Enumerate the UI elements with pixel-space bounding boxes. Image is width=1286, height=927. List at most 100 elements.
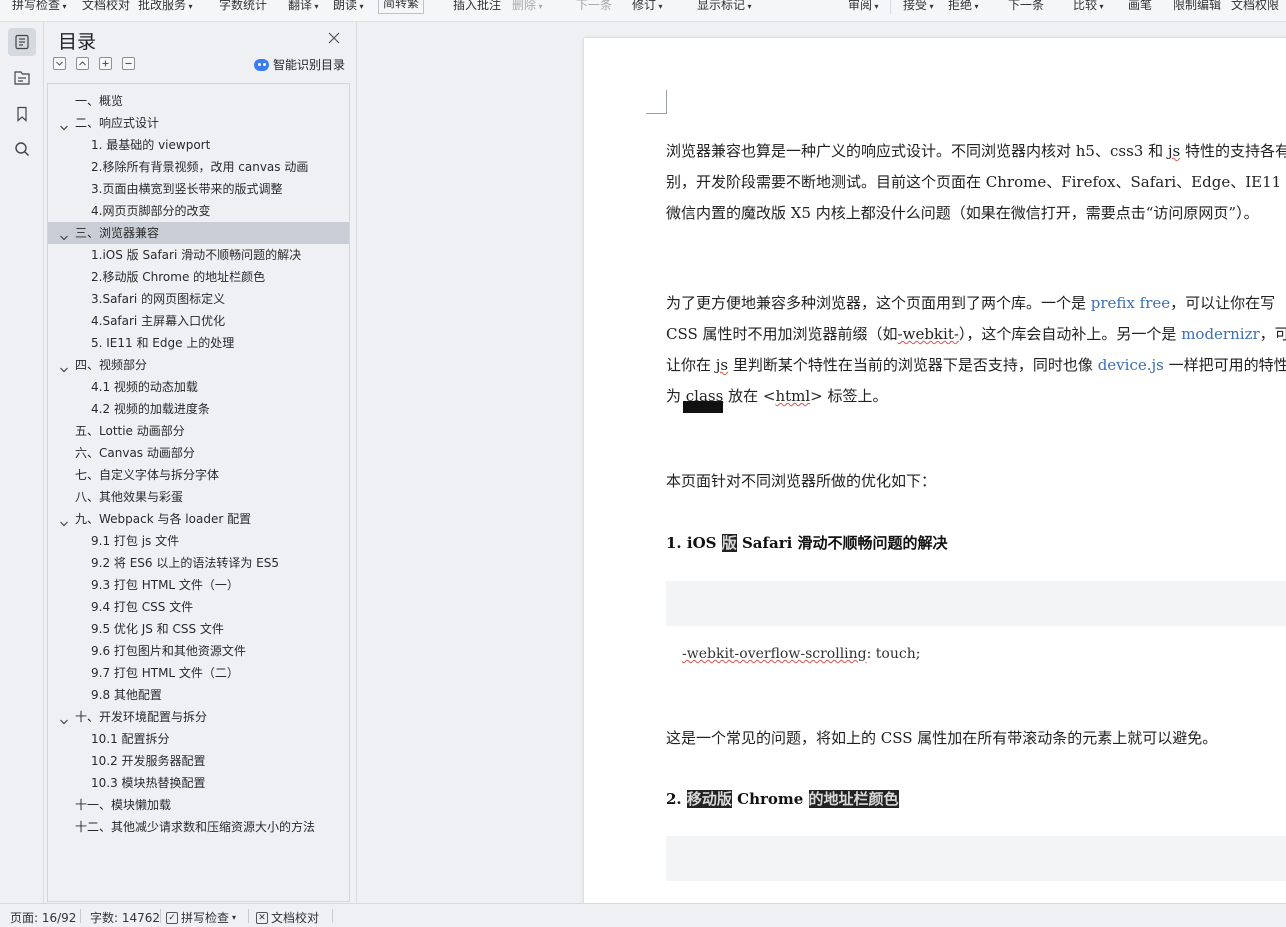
word-count[interactable]: 字数: 14762 bbox=[90, 909, 160, 926]
toc-item[interactable]: 1. 最基础的 viewport bbox=[48, 134, 349, 156]
restrict-editing-button[interactable]: 限制编辑 bbox=[1173, 0, 1221, 13]
bookmark-icon[interactable] bbox=[8, 100, 36, 128]
accept-button[interactable]: 接受 ▾ bbox=[903, 0, 934, 13]
toc-item[interactable]: 2.移除所有背景视频，改用 canvas 动画 bbox=[48, 156, 349, 178]
insert-comment-button[interactable]: 插入批注 bbox=[453, 0, 501, 13]
nav-pane-icon[interactable] bbox=[8, 64, 36, 92]
next-comment-button[interactable]: 下一条 bbox=[576, 0, 612, 13]
document-page[interactable]: 浏览器兼容也算是一种广义的响应式设计。不同浏览器内核对 h5、css3 和 js… bbox=[584, 38, 1286, 903]
chevron-down-icon: ▾ bbox=[357, 2, 364, 11]
code-block-top bbox=[666, 581, 1286, 626]
status-spell-check[interactable]: ✓ 拼写检查 ▾ bbox=[166, 909, 236, 926]
toc-icon[interactable] bbox=[8, 28, 36, 56]
toc-item[interactable]: 9.8 其他配置 bbox=[48, 684, 349, 706]
expand-all-icon[interactable] bbox=[53, 57, 66, 70]
toc-item[interactable]: 四、视频部分 bbox=[48, 354, 349, 376]
close-icon[interactable] bbox=[327, 30, 343, 46]
chevron-down-icon[interactable] bbox=[59, 514, 69, 527]
chevron-down-icon: ▾ bbox=[972, 2, 979, 11]
translate-button[interactable]: 翻译 ▾ bbox=[288, 0, 319, 13]
search-icon[interactable] bbox=[8, 135, 36, 163]
toc-item[interactable]: 十一、模块懒加载 bbox=[48, 794, 349, 816]
toc-item[interactable]: 十二、其他减少请求数和压缩资源大小的方法 bbox=[48, 816, 349, 838]
proofread-button[interactable]: 文档校对 bbox=[82, 0, 130, 13]
chevron-down-icon[interactable] bbox=[59, 118, 69, 131]
show-markup-button[interactable]: 显示标记 ▾ bbox=[697, 0, 752, 13]
chevron-down-icon[interactable] bbox=[59, 228, 69, 241]
chevron-down-icon: ▾ bbox=[60, 2, 67, 11]
chevron-down-icon: ▾ bbox=[745, 2, 752, 11]
review-pane-button[interactable]: 审阅 ▾ bbox=[848, 0, 879, 13]
reject-button[interactable]: 拒绝 ▾ bbox=[948, 0, 979, 13]
track-changes-button[interactable]: 修订 ▾ bbox=[632, 0, 663, 13]
paragraph-common-issue[interactable]: 这是一个常见的问题，将如上的 CSS 属性加在所有带滚动条的元素上就可以避免。 bbox=[666, 723, 1286, 754]
toc-item[interactable]: 八、其他效果与彩蛋 bbox=[48, 486, 349, 508]
read-aloud-button[interactable]: 朗读 ▾ bbox=[333, 0, 364, 13]
prefix-free-link[interactable]: prefix free bbox=[1091, 294, 1170, 312]
toc-item[interactable]: 9.1 打包 js 文件 bbox=[48, 530, 349, 552]
word-count-button[interactable]: 字数统计 bbox=[219, 0, 267, 13]
toc-item-label: 一、概览 bbox=[75, 94, 124, 108]
paragraph-optimizations-intro[interactable]: 本页面针对不同浏览器所做的优化如下： bbox=[666, 466, 1286, 497]
add-level-icon[interactable] bbox=[99, 57, 112, 70]
toc-item[interactable]: 十、开发环境配置与拆分 bbox=[48, 706, 349, 728]
toc-item[interactable]: 一、概览 bbox=[48, 90, 349, 112]
smart-toc-label: 智能识别目录 bbox=[273, 58, 346, 72]
compare-button[interactable]: 比较 ▾ bbox=[1073, 0, 1104, 13]
paragraph-libraries[interactable]: 为了更方便地兼容多种浏览器，这个页面用到了两个库。一个是 prefix free… bbox=[666, 288, 1286, 413]
toc-item[interactable]: 10.2 开发服务器配置 bbox=[48, 750, 349, 772]
redaction-mark bbox=[683, 401, 724, 413]
toc-item-label: 4.1 视频的动态加载 bbox=[91, 380, 198, 394]
simplified-to-traditional-button[interactable]: 简转繁 bbox=[378, 0, 425, 14]
remove-level-icon[interactable] bbox=[122, 57, 135, 70]
toc-item[interactable]: 4.2 视频的加载进度条 bbox=[48, 398, 349, 420]
toc-item[interactable]: 9.7 打包 HTML 文件（二） bbox=[48, 662, 349, 684]
toc-item[interactable]: 三、浏览器兼容 bbox=[48, 222, 349, 244]
correction-service-button[interactable]: 批改服务 ▾ bbox=[138, 0, 193, 13]
toc-item[interactable]: 五、Lottie 动画部分 bbox=[48, 420, 349, 442]
status-divider bbox=[80, 909, 81, 923]
toc-item[interactable]: 3.页面由横宽到竖长带来的版式调整 bbox=[48, 178, 349, 200]
toc-item[interactable]: 4.Safari 主屏幕入口优化 bbox=[48, 310, 349, 332]
status-proofread[interactable]: ✕ 文档校对 bbox=[256, 909, 319, 926]
collapse-all-icon[interactable] bbox=[76, 57, 89, 70]
page-indicator[interactable]: 页面: 16/92 bbox=[10, 909, 76, 926]
toc-item[interactable]: 9.6 打包图片和其他资源文件 bbox=[48, 640, 349, 662]
document-permissions-button[interactable]: 文档权限 bbox=[1231, 0, 1279, 13]
chevron-down-icon: ▾ bbox=[927, 2, 934, 11]
toc-item[interactable]: 4.1 视频的动态加载 bbox=[48, 376, 349, 398]
toc-item[interactable]: 9.3 打包 HTML 文件（一） bbox=[48, 574, 349, 596]
toc-item-label: 9.8 其他配置 bbox=[91, 688, 162, 702]
modernizr-link[interactable]: modernizr bbox=[1181, 325, 1259, 343]
chevron-down-icon: ▾ bbox=[312, 2, 319, 11]
spell-check-button[interactable]: 拼写检查 ▾ bbox=[12, 0, 67, 13]
checkbox-icon: ✓ bbox=[166, 911, 178, 924]
smart-toc-button[interactable]: 智能识别目录 bbox=[254, 56, 345, 73]
delete-comment-button[interactable]: 删除 ▾ bbox=[512, 0, 543, 13]
toc-item[interactable]: 九、Webpack 与各 loader 配置 bbox=[48, 508, 349, 530]
toolbar-divider bbox=[890, 0, 891, 14]
toc-item[interactable]: 5. IE11 和 Edge 上的处理 bbox=[48, 332, 349, 354]
next-change-button[interactable]: 下一条 bbox=[1008, 0, 1044, 13]
toc-item[interactable]: 二、响应式设计 bbox=[48, 112, 349, 134]
toc-item[interactable]: 1.iOS 版 Safari 滑动不顺畅问题的解决 bbox=[48, 244, 349, 266]
device-js-link[interactable]: device.js bbox=[1098, 356, 1164, 374]
toc-item[interactable]: 2.移动版 Chrome 的地址栏颜色 bbox=[48, 266, 349, 288]
toc-item[interactable]: 六、Canvas 动画部分 bbox=[48, 442, 349, 464]
chevron-down-icon[interactable] bbox=[59, 712, 69, 725]
chevron-down-icon: ▾ bbox=[232, 913, 237, 922]
toc-item[interactable]: 七、自定义字体与拆分字体 bbox=[48, 464, 349, 486]
toc-item[interactable]: 9.2 将 ES6 以上的语法转译为 ES5 bbox=[48, 552, 349, 574]
toc-item[interactable]: 10.1 配置拆分 bbox=[48, 728, 349, 750]
toc-item[interactable]: 3.Safari 的网页图标定义 bbox=[48, 288, 349, 310]
chevron-down-icon[interactable] bbox=[59, 360, 69, 373]
pen-button[interactable]: 画笔 bbox=[1128, 0, 1152, 13]
code-line-overflow-scrolling[interactable]: -webkit-overflow-scrolling: touch; bbox=[682, 646, 920, 662]
paragraph-browser-compat[interactable]: 浏览器兼容也算是一种广义的响应式设计。不同浏览器内核对 h5、css3 和 js… bbox=[666, 136, 1286, 229]
toc-item[interactable]: 4.网页页脚部分的改变 bbox=[48, 200, 349, 222]
heading-mobile-chrome[interactable]: 2. 移动版 Chrome 的地址栏颜色 bbox=[666, 788, 899, 809]
heading-ios-safari[interactable]: 1. iOS 版 Safari 滑动不顺畅问题的解决 bbox=[666, 532, 948, 553]
toc-item[interactable]: 10.3 模块热替换配置 bbox=[48, 772, 349, 794]
toc-item[interactable]: 9.5 优化 JS 和 CSS 文件 bbox=[48, 618, 349, 640]
toc-item[interactable]: 9.4 打包 CSS 文件 bbox=[48, 596, 349, 618]
